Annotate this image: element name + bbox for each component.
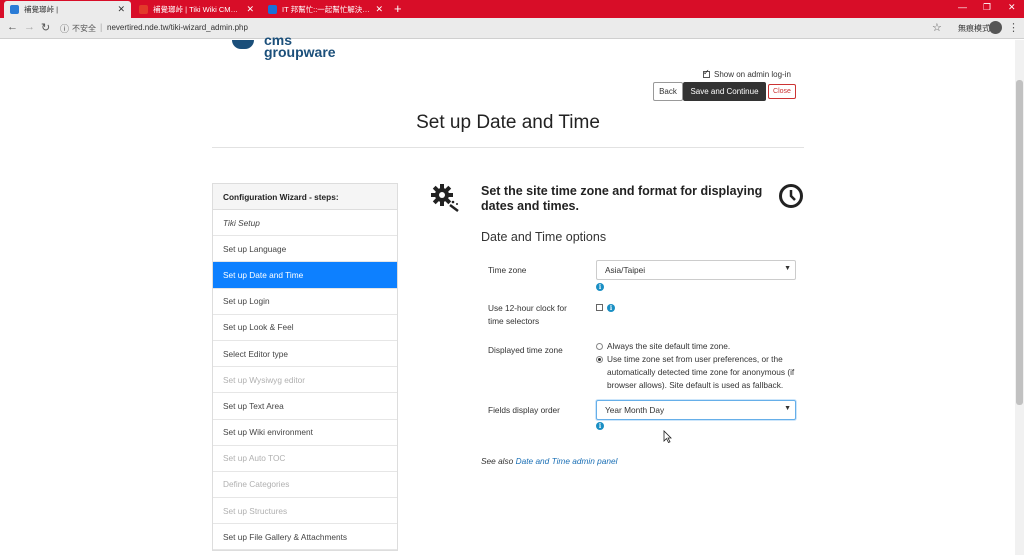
sidebar-step-item[interactable]: Set up Login [213, 289, 397, 315]
maximize-icon[interactable]: ❐ [983, 2, 991, 13]
back-button[interactable]: Back [653, 82, 683, 101]
timezone-value: Asia/Taipei [605, 265, 646, 275]
timezone-radio-user-pref[interactable] [596, 356, 603, 363]
section-title: Date and Time options [481, 230, 607, 244]
timezone-radio-site-default[interactable] [596, 343, 603, 350]
page-title: Set up Date and Time [416, 112, 600, 133]
gears-wizard-icon [431, 184, 459, 212]
header-divider [212, 147, 804, 148]
new-tab-button[interactable]: + [394, 1, 402, 17]
sidebar-step-item[interactable]: Set up Text Area [213, 393, 397, 420]
window-close-icon[interactable]: ✕ [1008, 2, 1016, 13]
browser-tab-active[interactable]: 補覺瑯峠 | ✕ [4, 1, 131, 18]
radio-label-site-default: Always the site default time zone. [607, 341, 731, 351]
sidebar-step-item[interactable]: Tiki Setup [213, 210, 397, 237]
wizard-steps-sidebar: Configuration Wizard - steps: Tiki Setup… [212, 183, 398, 552]
tiki-logo[interactable]: cms groupware [264, 33, 336, 60]
reload-icon[interactable]: ↻ [41, 21, 50, 34]
timezone-select[interactable]: Asia/Taipei ▼ [596, 260, 796, 280]
sidebar-step-item: Set up Auto TOC [213, 446, 397, 472]
tab-favicon-icon [268, 5, 277, 14]
sidebar-step-item: Define Categories [213, 472, 397, 499]
sidebar-header: Configuration Wizard - steps: [213, 184, 397, 210]
displayed-timezone-label: Displayed time zone [488, 345, 563, 355]
incognito-avatar-icon[interactable] [989, 21, 1002, 34]
save-and-continue-button[interactable]: Save and Continue [683, 82, 766, 101]
back-arrow-icon[interactable]: ← [7, 21, 18, 33]
sidebar-step-item[interactable]: Set up File Gallery & Attachments [213, 524, 397, 551]
incognito-label[interactable]: 無痕模式 [958, 23, 990, 34]
tab-title: IT 邦幫忙::一起幫忙解決難題，拯救 IT 人的一天 [282, 5, 371, 14]
radio-label-user-pref: Use time zone set from user preferences,… [607, 354, 795, 390]
tab-title: 補覺瑯峠 | Tiki Wiki CMS Groupware [153, 5, 242, 14]
see-also-prefix: See also [481, 456, 514, 466]
tab-favicon-icon [10, 5, 19, 14]
tiki-logo-icon [232, 40, 254, 49]
clock-icon [779, 184, 803, 208]
sidebar-step-item[interactable]: Set up Date and Time [213, 262, 397, 289]
browser-tab[interactable]: 補覺瑯峠 | Tiki Wiki CMS Groupware ✕ [133, 1, 260, 18]
clock12-label: Use 12-hour clock for time selectors [488, 303, 567, 326]
clock12-info-icon[interactable]: i [607, 304, 615, 312]
forward-arrow-icon[interactable]: → [24, 21, 35, 33]
timezone-label: Time zone [488, 265, 527, 275]
close-button[interactable]: Close [768, 84, 796, 99]
info-circle-icon[interactable]: ⓘ [60, 22, 69, 35]
browser-menu-icon[interactable]: ⋮ [1008, 21, 1019, 34]
security-label[interactable]: 不安全 [72, 23, 96, 34]
fields-order-select[interactable]: Year Month Day ▼ [596, 400, 796, 420]
fields-order-label: Fields display order [488, 405, 560, 415]
tab-favicon-icon [139, 5, 148, 14]
show-on-admin-toggle[interactable]: Show on admin log-in [703, 68, 791, 79]
close-tab-icon[interactable]: ✕ [375, 4, 383, 15]
date-time-admin-link[interactable]: Date and Time admin panel [516, 456, 618, 466]
sidebar-step-item[interactable]: Set up Wiki environment [213, 420, 397, 446]
bookmark-star-icon[interactable]: ☆ [932, 21, 942, 34]
minimize-icon[interactable]: — [958, 2, 967, 12]
fields-order-info-icon[interactable]: i [596, 422, 604, 430]
close-tab-icon[interactable]: ✕ [117, 4, 125, 15]
sidebar-step-item[interactable]: Set up Language [213, 236, 397, 263]
sidebar-step-item[interactable]: Set up Look & Feel [213, 315, 397, 341]
chevron-down-icon: ▼ [784, 405, 791, 412]
browser-tab-bar: 補覺瑯峠 | ✕ 補覺瑯峠 | Tiki Wiki CMS Groupware … [0, 0, 1024, 18]
sidebar-step-item: Set up Wysiwyg editor [213, 367, 397, 394]
browser-address-bar: ← → ↻ ⓘ 不安全 | nevertired.nde.tw/tiki-wiz… [0, 18, 1024, 39]
wizard-heading: Set the site time zone and format for di… [481, 184, 763, 213]
url-field[interactable]: nevertired.nde.tw/tiki-wizard_admin.php [107, 23, 248, 32]
page-scrollbar-thumb[interactable] [1016, 80, 1023, 405]
see-also: See also Date and Time admin panel [481, 456, 617, 466]
chevron-down-icon: ▼ [784, 265, 791, 272]
clock12-checkbox[interactable] [596, 304, 603, 311]
close-tab-icon[interactable]: ✕ [246, 4, 254, 15]
url-separator: | [100, 22, 103, 32]
fields-order-value: Year Month Day [605, 405, 665, 415]
sidebar-step-item[interactable]: Select Editor type [213, 341, 397, 368]
tab-title: 補覺瑯峠 | [24, 5, 59, 14]
timezone-info-icon[interactable]: i [596, 283, 604, 291]
logo-line-groupware: groupware [264, 44, 336, 60]
show-on-admin-checkbox[interactable] [703, 68, 710, 78]
sidebar-step-item: Set up Structures [213, 498, 397, 525]
mouse-pointer-icon [663, 430, 672, 443]
show-on-admin-label: Show on admin log-in [714, 70, 791, 79]
browser-tab[interactable]: IT 邦幫忙::一起幫忙解決難題，拯救 IT 人的一天 ✕ [262, 1, 389, 18]
